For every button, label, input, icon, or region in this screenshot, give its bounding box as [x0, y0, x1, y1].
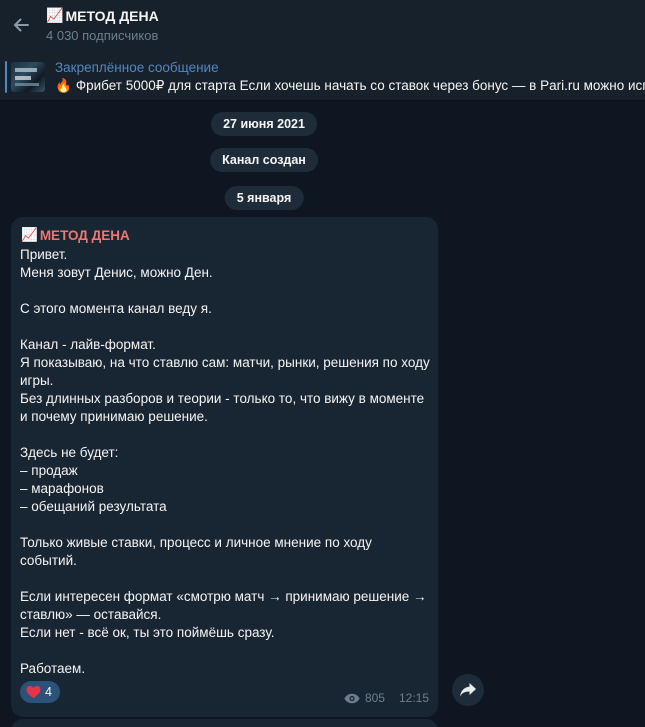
view-count: 805	[364, 691, 385, 705]
message-line: событий.	[20, 553, 77, 568]
pinned-message-bar[interactable]: Закреплённое сообщение 🔥 Фрибет 5000₽ дл…	[0, 54, 645, 101]
message-author[interactable]: 📈 МЕТОД ДЕНА	[21, 227, 130, 243]
pinned-thumbnail	[11, 62, 45, 92]
message-line: Привет.	[20, 247, 68, 262]
channel-created-pill: Канал создан	[210, 148, 318, 172]
message-line: Канал - лайв-формат.	[20, 337, 156, 352]
message-line: ставлю» — оставайся.	[20, 607, 162, 622]
message-line: Меня зовут Денис, можно Ден.	[20, 265, 213, 280]
message-line: Если нет - всё ок, ты это поймёшь сразу.	[20, 625, 275, 640]
channel-title-text: МЕТОД ДЕНА	[65, 7, 159, 24]
message-line: игры.	[20, 373, 54, 388]
eye-icon	[344, 693, 360, 703]
message-line: Я показываю, на что ставлю сам: матчи, р…	[20, 355, 430, 370]
date-pill[interactable]: 27 июня 2021	[211, 112, 317, 136]
pinned-preview-text: Фрибет 5000₽ для старта Если хочешь нача…	[75, 78, 645, 93]
message-meta: 805 12:15	[344, 691, 429, 705]
back-button[interactable]	[6, 10, 36, 40]
chart-emoji-icon: 📈	[46, 7, 64, 23]
share-button[interactable]	[452, 674, 484, 706]
pinned-title: Закреплённое сообщение	[55, 60, 219, 75]
share-arrow-icon	[460, 683, 476, 697]
message-line: Без длинных разборов и теории - только т…	[20, 391, 425, 406]
arrow-left-icon	[14, 18, 29, 32]
message-author-name: МЕТОД ДЕНА	[39, 227, 130, 243]
reaction-count: 4	[45, 685, 52, 699]
pinned-indicator	[5, 61, 7, 93]
message-line: Только живые ставки, процесс и личное мн…	[20, 535, 372, 550]
message-line: – продаж	[20, 463, 78, 478]
telegram-channel-window: 📈 МЕТОД ДЕНА 4 030 подписчиков Закреплён…	[0, 0, 645, 727]
message-line: Работаем.	[20, 661, 86, 676]
message-line: и почему принимаю решение.	[20, 409, 208, 424]
message-bubble[interactable]: 📈 МЕТОД ДЕНА Привет. Меня зовут Денис, м…	[11, 217, 438, 717]
message-time: 12:15	[398, 691, 429, 705]
heart-icon	[26, 685, 41, 699]
message-line: – марафонов	[20, 481, 104, 496]
channel-title[interactable]: 📈 МЕТОД ДЕНА	[46, 7, 159, 24]
pinned-preview: 🔥 Фрибет 5000₽ для старта Если хочешь на…	[55, 78, 645, 94]
date-pill[interactable]: 5 января	[224, 186, 304, 210]
channel-header[interactable]: 📈 МЕТОД ДЕНА 4 030 подписчиков	[0, 0, 645, 55]
message-text: Привет. Меня зовут Денис, можно Ден. С э…	[20, 246, 430, 678]
fire-emoji-icon: 🔥	[55, 78, 72, 93]
message-line: – обещаний результата	[20, 499, 167, 514]
chart-emoji-icon: 📈	[21, 227, 38, 242]
heart-reaction-button[interactable]: 4	[20, 681, 60, 703]
message-line: Здесь не будет:	[20, 445, 119, 460]
subscriber-count: 4 030 подписчиков	[46, 28, 159, 43]
message-line: Если интересен формат «смотрю матч → при…	[20, 589, 427, 604]
next-message-bubble[interactable]	[11, 719, 438, 727]
message-line: С этого момента канал веду я.	[20, 301, 212, 316]
